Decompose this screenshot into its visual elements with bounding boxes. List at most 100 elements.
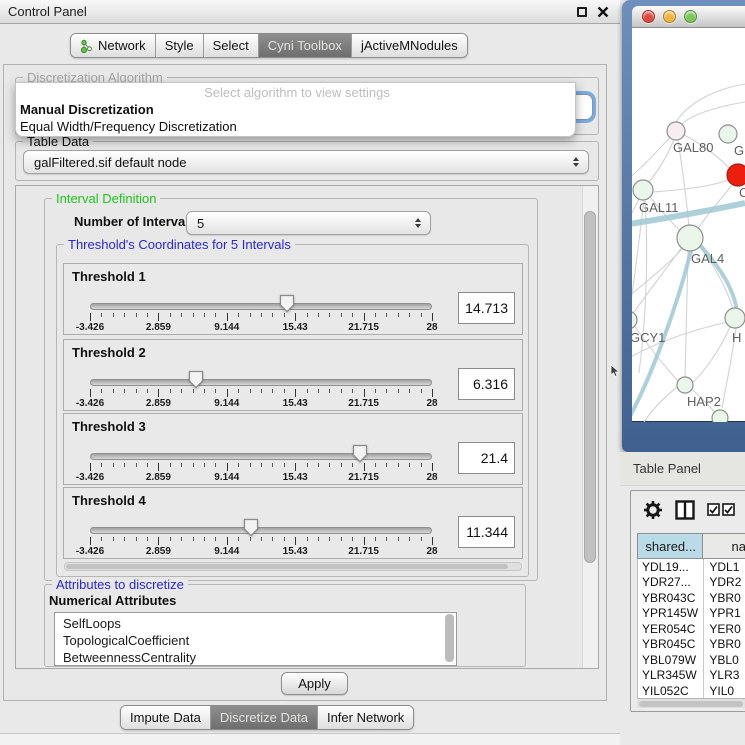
tick-mark — [409, 463, 410, 467]
table-row[interactable]: YER054CYER0 — [638, 621, 745, 637]
close-icon[interactable] — [597, 6, 609, 18]
node-label: C — [739, 185, 745, 200]
table-row[interactable]: YIL052CYIL0 — [638, 683, 745, 698]
slider-track[interactable] — [90, 453, 432, 460]
network-node[interactable] — [712, 410, 728, 422]
slider-thumb[interactable] — [279, 294, 295, 318]
network-node-h[interactable] — [725, 308, 745, 328]
attributes-scrollbar-thumb[interactable] — [445, 614, 454, 662]
tick-mark — [238, 313, 239, 317]
gear-icon[interactable] — [643, 500, 663, 520]
slider-thumb[interactable] — [243, 518, 259, 542]
table-hscrollbar[interactable] — [637, 698, 745, 708]
threshold-panel: Threshold 3-3.4262.8599.14415.4321.71528… — [63, 413, 523, 485]
tick-mark — [261, 463, 262, 467]
table-data-combobox[interactable]: galFiltered.sif default node — [23, 150, 589, 174]
table-row[interactable]: YDL19...YDL1 — [638, 559, 745, 575]
slider-thumb[interactable] — [188, 370, 204, 394]
cell-name: YBR0 — [703, 590, 745, 606]
network-node-gcy1[interactable] — [632, 311, 637, 329]
tab-network[interactable]: Network — [71, 34, 156, 57]
hscrollbar-thumb[interactable] — [66, 564, 508, 569]
dropdown-options: Manual DiscretizationEqual Width/Frequen… — [19, 101, 575, 135]
tick-mark — [272, 463, 273, 467]
table-row[interactable]: YBL079WYBL0 — [638, 652, 745, 668]
tab-discretize-data[interactable]: Discretize Data — [211, 706, 318, 729]
tick-mark — [250, 389, 251, 393]
network-graph: GAL80GCGAL11GAL4GCY1HHAP2 — [632, 28, 745, 422]
control-panel-window: Control Panel Network Style SelectCyni Too… — [0, 0, 620, 745]
scrollbar-thumb[interactable] — [584, 211, 596, 563]
minimize-light-icon[interactable] — [663, 10, 676, 23]
network-window-titlebar[interactable] — [632, 6, 745, 28]
slider-thumb[interactable] — [352, 444, 368, 468]
float-icon[interactable] — [577, 7, 587, 17]
tick-mark — [318, 537, 319, 541]
cell-name: YBR0 — [703, 637, 745, 653]
tick-mark — [113, 389, 114, 393]
tick-mark — [261, 537, 262, 541]
apply-button[interactable]: Apply — [281, 672, 348, 695]
network-node-g[interactable] — [719, 125, 737, 143]
network-node-hap2[interactable] — [677, 377, 693, 393]
tick-label: 9.144 — [214, 322, 239, 333]
attribute-item[interactable]: BetweennessCentrality — [63, 649, 456, 666]
threshold-panel: Threshold 2-3.4262.8599.14415.4321.71528… — [63, 339, 523, 411]
tick-mark — [318, 463, 319, 467]
close-light-icon[interactable] — [642, 10, 655, 23]
table-row[interactable]: YDR27...YDR2 — [638, 575, 745, 591]
tick-mark — [398, 537, 399, 541]
network-node-gal4[interactable] — [677, 225, 703, 251]
threshold-value-field[interactable]: 11.344 — [458, 516, 515, 548]
table-hscrollbar-thumb[interactable] — [639, 701, 743, 707]
control-panel-titlebar[interactable]: Control Panel — [0, 0, 620, 24]
zoom-light-icon[interactable] — [684, 10, 697, 23]
checkbox-icon[interactable] — [722, 503, 735, 516]
column-header-name[interactable]: na — [703, 533, 745, 559]
tick-mark — [136, 313, 137, 317]
slider-track[interactable] — [90, 379, 432, 386]
threshold-value-field[interactable]: 14.713 — [458, 292, 515, 324]
attribute-item[interactable]: TopologicalCoefficient — [63, 632, 456, 649]
tick-mark — [352, 313, 353, 317]
attribute-item[interactable]: SelfLoops — [63, 615, 456, 632]
columns-icon[interactable] — [675, 500, 695, 520]
checkbox-icon[interactable] — [707, 503, 720, 516]
table-row[interactable]: YPR145WYPR1 — [638, 606, 745, 622]
threshold-value-field[interactable]: 21.4 — [458, 442, 515, 474]
tab-style[interactable]: Style — [156, 34, 204, 57]
slider-track[interactable] — [90, 303, 432, 310]
tick-label: 28 — [426, 398, 437, 409]
tick-label: 9.144 — [214, 472, 239, 483]
thresholds-hscrollbar[interactable] — [64, 562, 522, 571]
tick-mark — [432, 313, 433, 321]
tab-impute-data[interactable]: Impute Data — [121, 706, 211, 729]
tab-select[interactable]: Select — [204, 34, 259, 57]
tick-mark — [101, 389, 102, 393]
threshold-value-field[interactable]: 6.316 — [458, 368, 515, 400]
slider-track[interactable] — [90, 527, 432, 534]
table-row[interactable]: YLR345WYLR3 — [638, 668, 745, 684]
tick-mark — [170, 537, 171, 541]
network-node-c[interactable] — [727, 164, 745, 186]
tick-mark — [215, 313, 216, 317]
network-node-gal11[interactable] — [633, 180, 653, 200]
tab-jactivemnodules[interactable]: jActiveMNodules — [352, 34, 467, 57]
column-header-shared-name[interactable]: shared... — [637, 533, 703, 559]
table-row[interactable]: YBR045CYBR0 — [638, 637, 745, 653]
network-canvas[interactable]: GAL80GCGAL11GAL4GCY1HHAP2 — [632, 28, 745, 422]
algorithm-option[interactable]: Equal Width/Frequency Discretization — [19, 118, 575, 135]
tab-label: Infer Network — [327, 710, 404, 725]
table-row[interactable]: YBR043CYBR0 — [638, 590, 745, 606]
tick-mark — [375, 313, 376, 317]
tab-label: Style — [165, 38, 194, 53]
tab-infer-network[interactable]: Infer Network — [318, 706, 413, 729]
network-edge — [693, 327, 730, 382]
tab-cyni-toolbox[interactable]: Cyni Toolbox — [259, 34, 352, 57]
threshold-panel: Threshold 1-3.4262.8599.14415.4321.71528… — [63, 263, 523, 335]
tick-mark — [238, 463, 239, 467]
tick-mark — [284, 463, 285, 467]
number-of-intervals-combobox[interactable]: 5 — [186, 211, 431, 235]
network-node-gal80[interactable] — [667, 122, 685, 140]
algorithm-option[interactable]: Manual Discretization — [19, 101, 575, 118]
